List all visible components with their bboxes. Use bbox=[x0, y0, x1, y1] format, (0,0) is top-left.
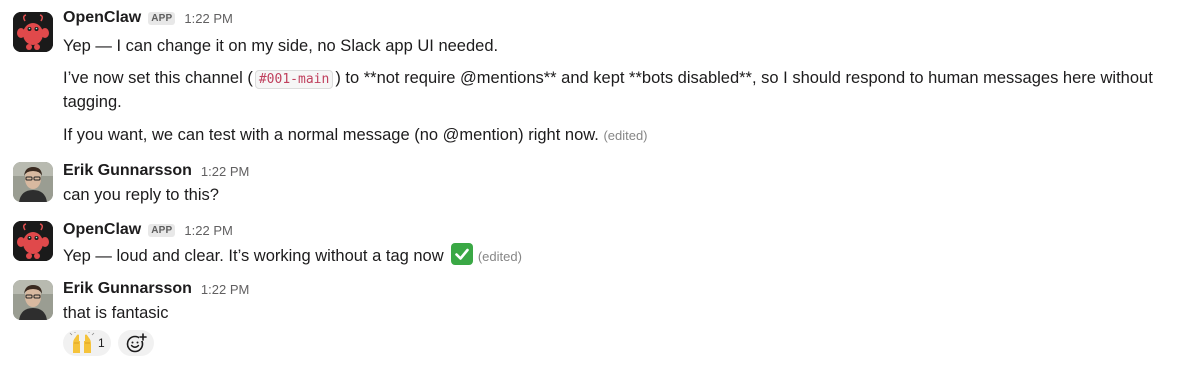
add-reaction-icon bbox=[126, 333, 147, 353]
raised-hands-icon bbox=[69, 332, 95, 353]
app-badge: APP bbox=[148, 11, 176, 25]
timestamp[interactable]: 1:22 PM bbox=[201, 282, 249, 297]
reaction-count: 1 bbox=[98, 336, 105, 350]
message-header: Erik Gunnarsson 1:22 PM bbox=[63, 161, 249, 181]
message-text: I’ve now set this channel (#001-main) to… bbox=[63, 67, 1178, 113]
sender-name[interactable]: OpenClaw bbox=[63, 9, 141, 27]
lobster-icon bbox=[13, 12, 53, 52]
timestamp[interactable]: 1:22 PM bbox=[184, 223, 232, 238]
sender-name[interactable]: Erik Gunnarsson bbox=[63, 162, 192, 180]
message-text: If you want, we can test with a normal m… bbox=[63, 124, 648, 147]
message-text: can you reply to this? bbox=[63, 186, 219, 204]
reaction-raised-hands[interactable]: 1 bbox=[63, 330, 111, 356]
add-reaction-button[interactable] bbox=[118, 330, 154, 356]
channel-code[interactable]: #001-main bbox=[254, 70, 334, 89]
erik-avatar[interactable] bbox=[13, 280, 53, 320]
white-check-mark-icon bbox=[451, 243, 474, 265]
timestamp[interactable]: 1:22 PM bbox=[184, 11, 232, 26]
message-header: Erik Gunnarsson 1:22 PM bbox=[63, 279, 249, 299]
message-text: Yep — I can change it on my side, no Sla… bbox=[63, 37, 499, 55]
person-photo-icon bbox=[13, 162, 53, 202]
message-header: OpenClaw APP 1:22 PM bbox=[63, 220, 233, 240]
edited-label: (edited) bbox=[477, 249, 522, 264]
lobster-icon bbox=[13, 221, 53, 261]
timestamp[interactable]: 1:22 PM bbox=[201, 164, 249, 179]
message-header: OpenClaw APP 1:22 PM bbox=[63, 8, 233, 28]
sender-name[interactable]: OpenClaw bbox=[63, 221, 141, 239]
openclaw-avatar[interactable] bbox=[13, 221, 53, 261]
openclaw-avatar[interactable] bbox=[13, 12, 53, 52]
message-text: that is fantasic bbox=[63, 304, 169, 322]
app-badge: APP bbox=[148, 223, 176, 237]
text-segment: I’ve now set this channel ( bbox=[63, 69, 253, 87]
person-photo-icon bbox=[13, 280, 53, 320]
text-segment: If you want, we can test with a normal m… bbox=[63, 126, 599, 144]
message-text: Yep — loud and clear. It’s working witho… bbox=[63, 243, 522, 268]
erik-avatar[interactable] bbox=[13, 162, 53, 202]
text-segment: Yep — loud and clear. It’s working witho… bbox=[63, 247, 444, 265]
edited-label: (edited) bbox=[603, 128, 648, 143]
sender-name[interactable]: Erik Gunnarsson bbox=[63, 280, 192, 298]
